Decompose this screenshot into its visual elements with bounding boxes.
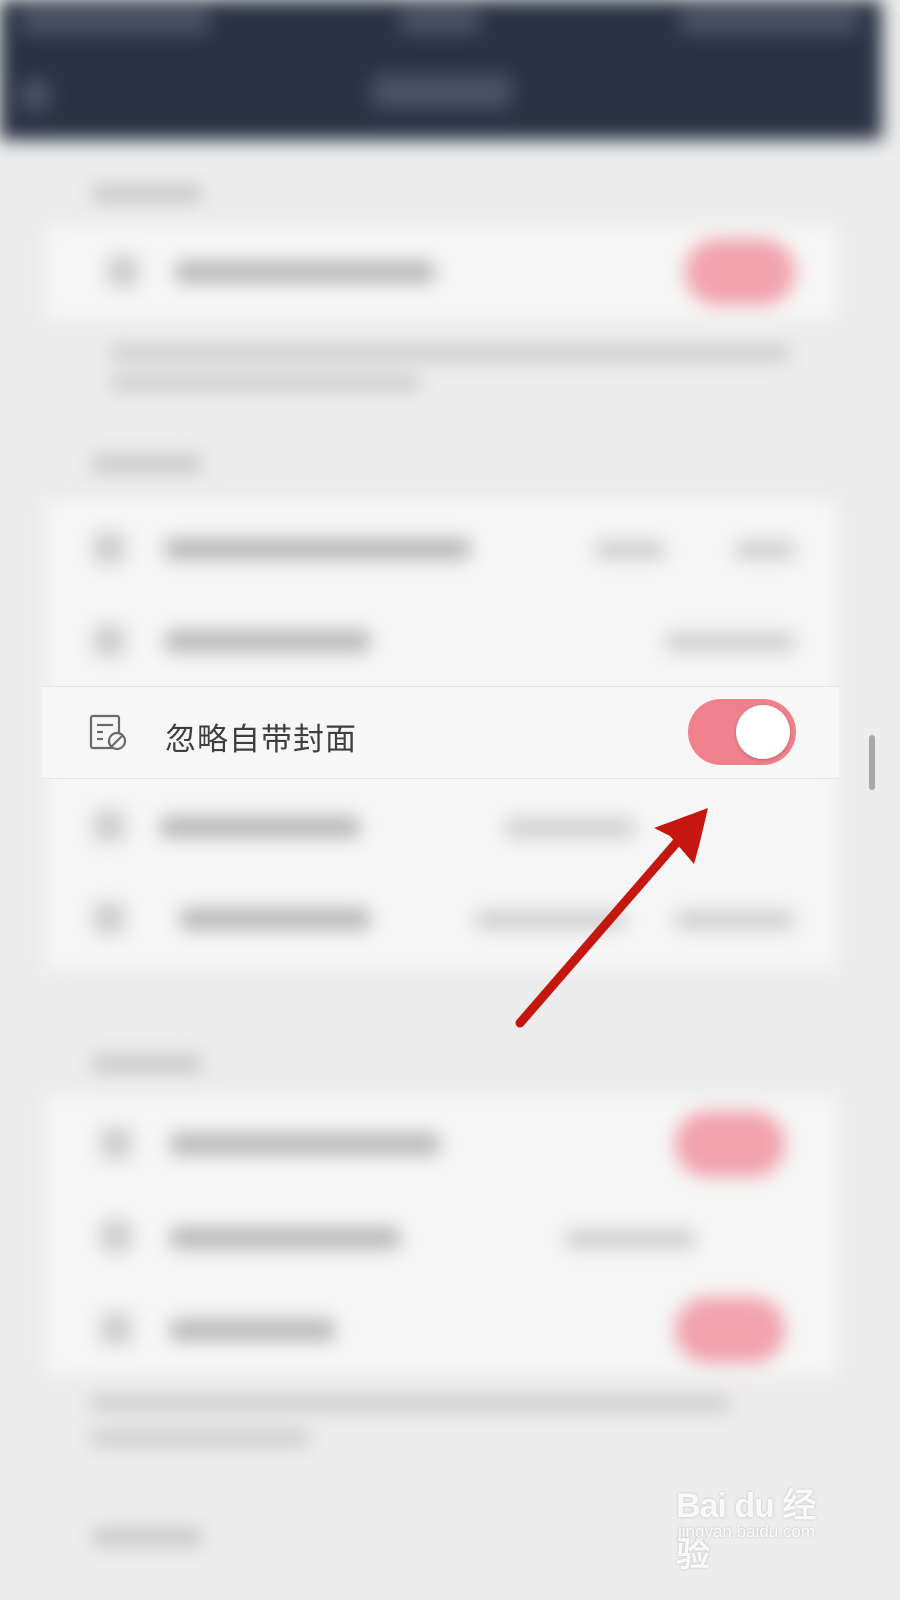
setting-value <box>505 818 635 838</box>
setting-description <box>110 375 420 391</box>
setting-row-ignore-cover[interactable]: 忽略自带封面 <box>42 686 839 779</box>
cover-ignore-icon <box>89 714 127 751</box>
top-navigation-bar <box>0 0 882 140</box>
setting-icon <box>100 1127 132 1159</box>
setting-icon <box>93 902 125 934</box>
setting-value <box>595 540 665 560</box>
watermark-url: jingyan.baidu.com <box>678 1522 816 1541</box>
setting-description <box>90 1430 310 1446</box>
setting-label <box>160 816 360 838</box>
status-bar-left <box>20 8 210 34</box>
setting-icon <box>93 810 125 842</box>
setting-label <box>170 1227 400 1249</box>
setting-value <box>475 910 625 930</box>
setting-label <box>170 1133 440 1155</box>
setting-value <box>675 910 795 930</box>
status-bar-time <box>400 8 480 34</box>
toggle-switch[interactable] <box>685 239 795 305</box>
setting-icon <box>107 255 139 287</box>
status-bar-right <box>680 8 860 34</box>
back-icon[interactable] <box>20 80 50 110</box>
setting-label <box>165 630 370 652</box>
setting-icon <box>93 532 125 564</box>
scrollbar[interactable] <box>869 735 875 790</box>
section-header <box>92 1528 202 1546</box>
page-title <box>372 74 512 108</box>
section-header <box>92 455 202 473</box>
ignore-cover-toggle[interactable] <box>688 699 796 765</box>
setting-icon <box>100 1220 132 1252</box>
baidu-jingyan-watermark: Bai du 经验 jingyan.baidu.com <box>676 1470 846 1574</box>
setting-value <box>565 1229 695 1249</box>
setting-label <box>180 908 370 930</box>
setting-icon <box>93 625 125 657</box>
section-header <box>92 185 202 203</box>
toggle-switch[interactable] <box>675 1297 785 1363</box>
setting-label <box>170 1319 335 1341</box>
setting-value <box>665 632 795 652</box>
settings-card <box>45 1095 837 1375</box>
setting-icon <box>100 1313 132 1345</box>
setting-label: 忽略自带封面 <box>165 722 357 758</box>
setting-description <box>90 1395 730 1411</box>
setting-value <box>735 540 795 560</box>
section-header <box>92 1055 202 1073</box>
toggle-switch[interactable] <box>675 1111 785 1177</box>
setting-label <box>165 538 470 560</box>
setting-label <box>175 261 435 283</box>
toggle-knob <box>736 705 790 759</box>
settings-card <box>45 225 837 320</box>
setting-description <box>110 345 790 361</box>
blurred-background <box>0 0 882 1568</box>
